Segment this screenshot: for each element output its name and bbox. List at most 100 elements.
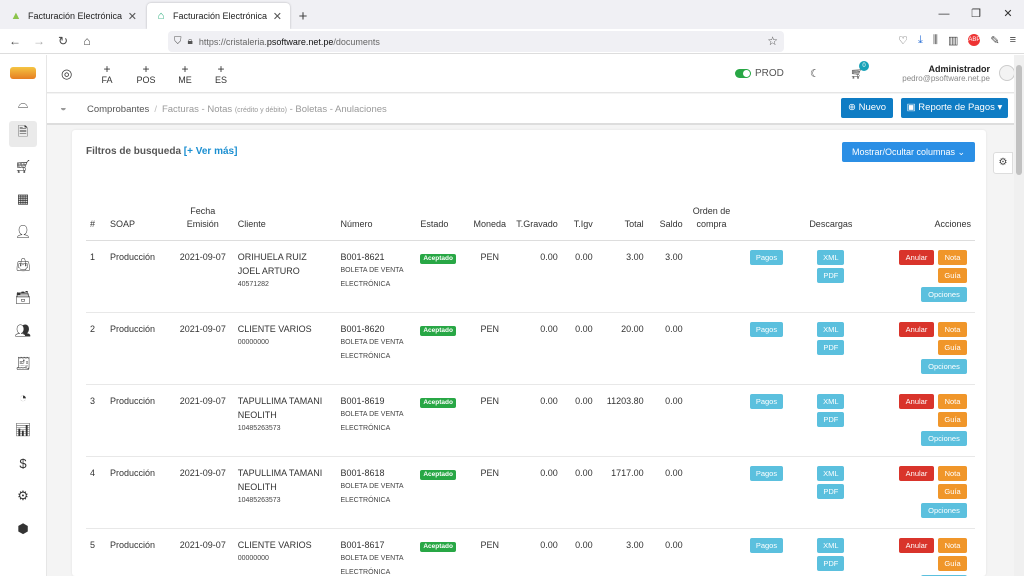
user-check-icon[interactable]: 👤︎ [12, 221, 34, 243]
cell-orden [686, 528, 737, 576]
settings-icon[interactable]: ⚙ [12, 485, 34, 507]
receipt-icon[interactable]: 🧾︎ [12, 353, 34, 375]
void-button[interactable]: Anular [899, 321, 934, 337]
tab-title: Facturación Electrónica [173, 11, 268, 21]
user-menu[interactable]: Administrador pedro@psoftware.net.pe [902, 64, 990, 83]
quick-add-fa[interactable]: + FA [92, 63, 122, 86]
note-button[interactable]: Nota [938, 537, 967, 553]
avatar[interactable] [999, 65, 1015, 81]
download-xml-button[interactable]: XML [817, 249, 845, 265]
extension-icon[interactable]: ▥ [948, 34, 958, 47]
download-pdf-button[interactable]: PDF [817, 555, 845, 571]
download-icon[interactable]: ⤓ [918, 34, 923, 47]
payments-button[interactable]: Pagos [749, 465, 783, 481]
cart-icon[interactable]: 🛒︎ 0 [850, 61, 869, 80]
settings-panel-toggle[interactable]: ⚙ [993, 152, 1013, 174]
payments-button[interactable]: Pagos [749, 249, 783, 265]
cell-gravado: 0.00 [512, 456, 562, 529]
note-button[interactable]: Nota [938, 393, 967, 409]
cell-cliente: CLIENTE VARIOS 00000000 [233, 312, 337, 385]
quick-add-me[interactable]: + ME [170, 63, 200, 86]
box-icon[interactable]: ⬢ [12, 518, 34, 540]
menu-icon[interactable]: ≡ [1010, 34, 1016, 47]
reload-icon[interactable]: ↻ [51, 34, 75, 48]
cell-moneda: PEN [467, 240, 513, 313]
toggle-switch[interactable] [735, 69, 751, 78]
dark-mode-icon[interactable]: ☾ [810, 67, 820, 80]
url-text: https://cristaleria.psoftware.net.pe/doc… [198, 36, 380, 47]
payments-button[interactable]: Pagos [749, 393, 783, 409]
dashboard-icon[interactable]: ⌓ [12, 93, 34, 115]
close-window-icon[interactable]: ✕ [992, 0, 1024, 29]
cell-numero: B001-8617 BOLETA DE VENTA ELECTRÓNICA [336, 528, 417, 576]
eyedropper-icon[interactable]: ✎ [990, 34, 999, 47]
target-icon[interactable]: ◎ [61, 66, 72, 82]
minimize-icon[interactable]: — [928, 0, 960, 29]
users-icon[interactable]: 👥︎ [12, 320, 34, 342]
guide-button[interactable]: Guía [938, 339, 967, 355]
browser-tab-active[interactable]: ⌂ Facturación Electrónica ✕ [147, 3, 290, 29]
payments-button[interactable]: Pagos [749, 321, 783, 337]
adblock-icon[interactable]: ABP [968, 34, 980, 46]
url-bar[interactable]: ⛉ 🔒︎ https://cristaleria.psoftware.net.p… [168, 31, 784, 52]
options-button[interactable]: Opciones [921, 286, 967, 302]
shopping-bag-icon[interactable]: 👜︎ [12, 254, 34, 276]
dollar-icon[interactable]: $ [12, 452, 34, 474]
download-pdf-button[interactable]: PDF [817, 411, 845, 427]
archive-icon[interactable]: 🗃︎ [12, 287, 34, 309]
quick-add-es[interactable]: + ES [206, 63, 236, 86]
note-button[interactable]: Nota [938, 465, 967, 481]
forward-icon[interactable]: → [27, 34, 51, 48]
browser-tab[interactable]: ▲ Facturación Electrónica ✕ [2, 3, 145, 29]
guide-button[interactable]: Guía [938, 411, 967, 427]
new-tab-button[interactable]: + [290, 3, 316, 29]
grid-icon[interactable]: ▦ [12, 188, 34, 210]
download-xml-button[interactable]: XML [817, 321, 845, 337]
guide-button[interactable]: Guía [938, 555, 967, 571]
guide-button[interactable]: Guía [938, 267, 967, 283]
note-button[interactable]: Nota [938, 321, 967, 337]
new-document-button[interactable]: ⊕ Nuevo [841, 98, 894, 118]
environment-toggle[interactable]: PROD [735, 68, 784, 79]
download-xml-button[interactable]: XML [817, 393, 845, 409]
scrollbar-thumb[interactable] [1016, 65, 1022, 175]
show-more-filters-link[interactable]: [+ Ver más] [184, 146, 238, 157]
bar-chart-icon[interactable]: 📊︎ [12, 419, 34, 441]
cell-total: 3.00 [596, 528, 648, 576]
maximize-icon[interactable]: ❐ [960, 0, 992, 29]
cell-total: 20.00 [596, 312, 648, 385]
note-button[interactable]: Nota [938, 249, 967, 265]
cell-gravado: 0.00 [512, 312, 562, 385]
col-moneda: Moneda [467, 200, 513, 241]
download-pdf-button[interactable]: PDF [817, 483, 845, 499]
back-icon[interactable]: ← [3, 34, 27, 48]
cart-icon[interactable]: 🛒︎ [12, 156, 34, 178]
payment-report-button[interactable]: ▣ Reporte de Pagos ▾ [901, 98, 1008, 118]
download-pdf-button[interactable]: PDF [817, 267, 845, 283]
library-icon[interactable]: ⫼ [933, 34, 938, 47]
cell-acciones: AnularNota Guía Opciones [865, 384, 975, 457]
payments-button[interactable]: Pagos [749, 537, 783, 553]
options-button[interactable]: Opciones [921, 430, 967, 446]
close-tab-icon[interactable]: ✕ [273, 10, 282, 23]
cell-descargas: XML PDF [796, 528, 866, 576]
download-xml-button[interactable]: XML [817, 465, 845, 481]
download-xml-button[interactable]: XML [817, 537, 845, 553]
scrollbar[interactable] [1014, 55, 1024, 576]
pie-chart-icon[interactable]: ◔ [12, 386, 34, 408]
pocket-icon[interactable]: ♡ [898, 34, 908, 47]
bookmark-star-icon[interactable]: ☆ [767, 34, 778, 48]
options-button[interactable]: Opciones [921, 358, 967, 374]
void-button[interactable]: Anular [899, 537, 934, 553]
documents-icon[interactable]: 🗎︎ [9, 121, 37, 147]
download-pdf-button[interactable]: PDF [817, 339, 845, 355]
void-button[interactable]: Anular [899, 465, 934, 481]
quick-add-pos[interactable]: + POS [131, 63, 161, 86]
home-icon[interactable]: ⌂ [75, 34, 99, 48]
options-button[interactable]: Opciones [921, 502, 967, 518]
guide-button[interactable]: Guía [938, 483, 967, 499]
void-button[interactable]: Anular [899, 249, 934, 265]
close-tab-icon[interactable]: ✕ [128, 10, 137, 23]
void-button[interactable]: Anular [899, 393, 934, 409]
toggle-columns-button[interactable]: Mostrar/Ocultar columnas ⌄ [842, 142, 975, 162]
